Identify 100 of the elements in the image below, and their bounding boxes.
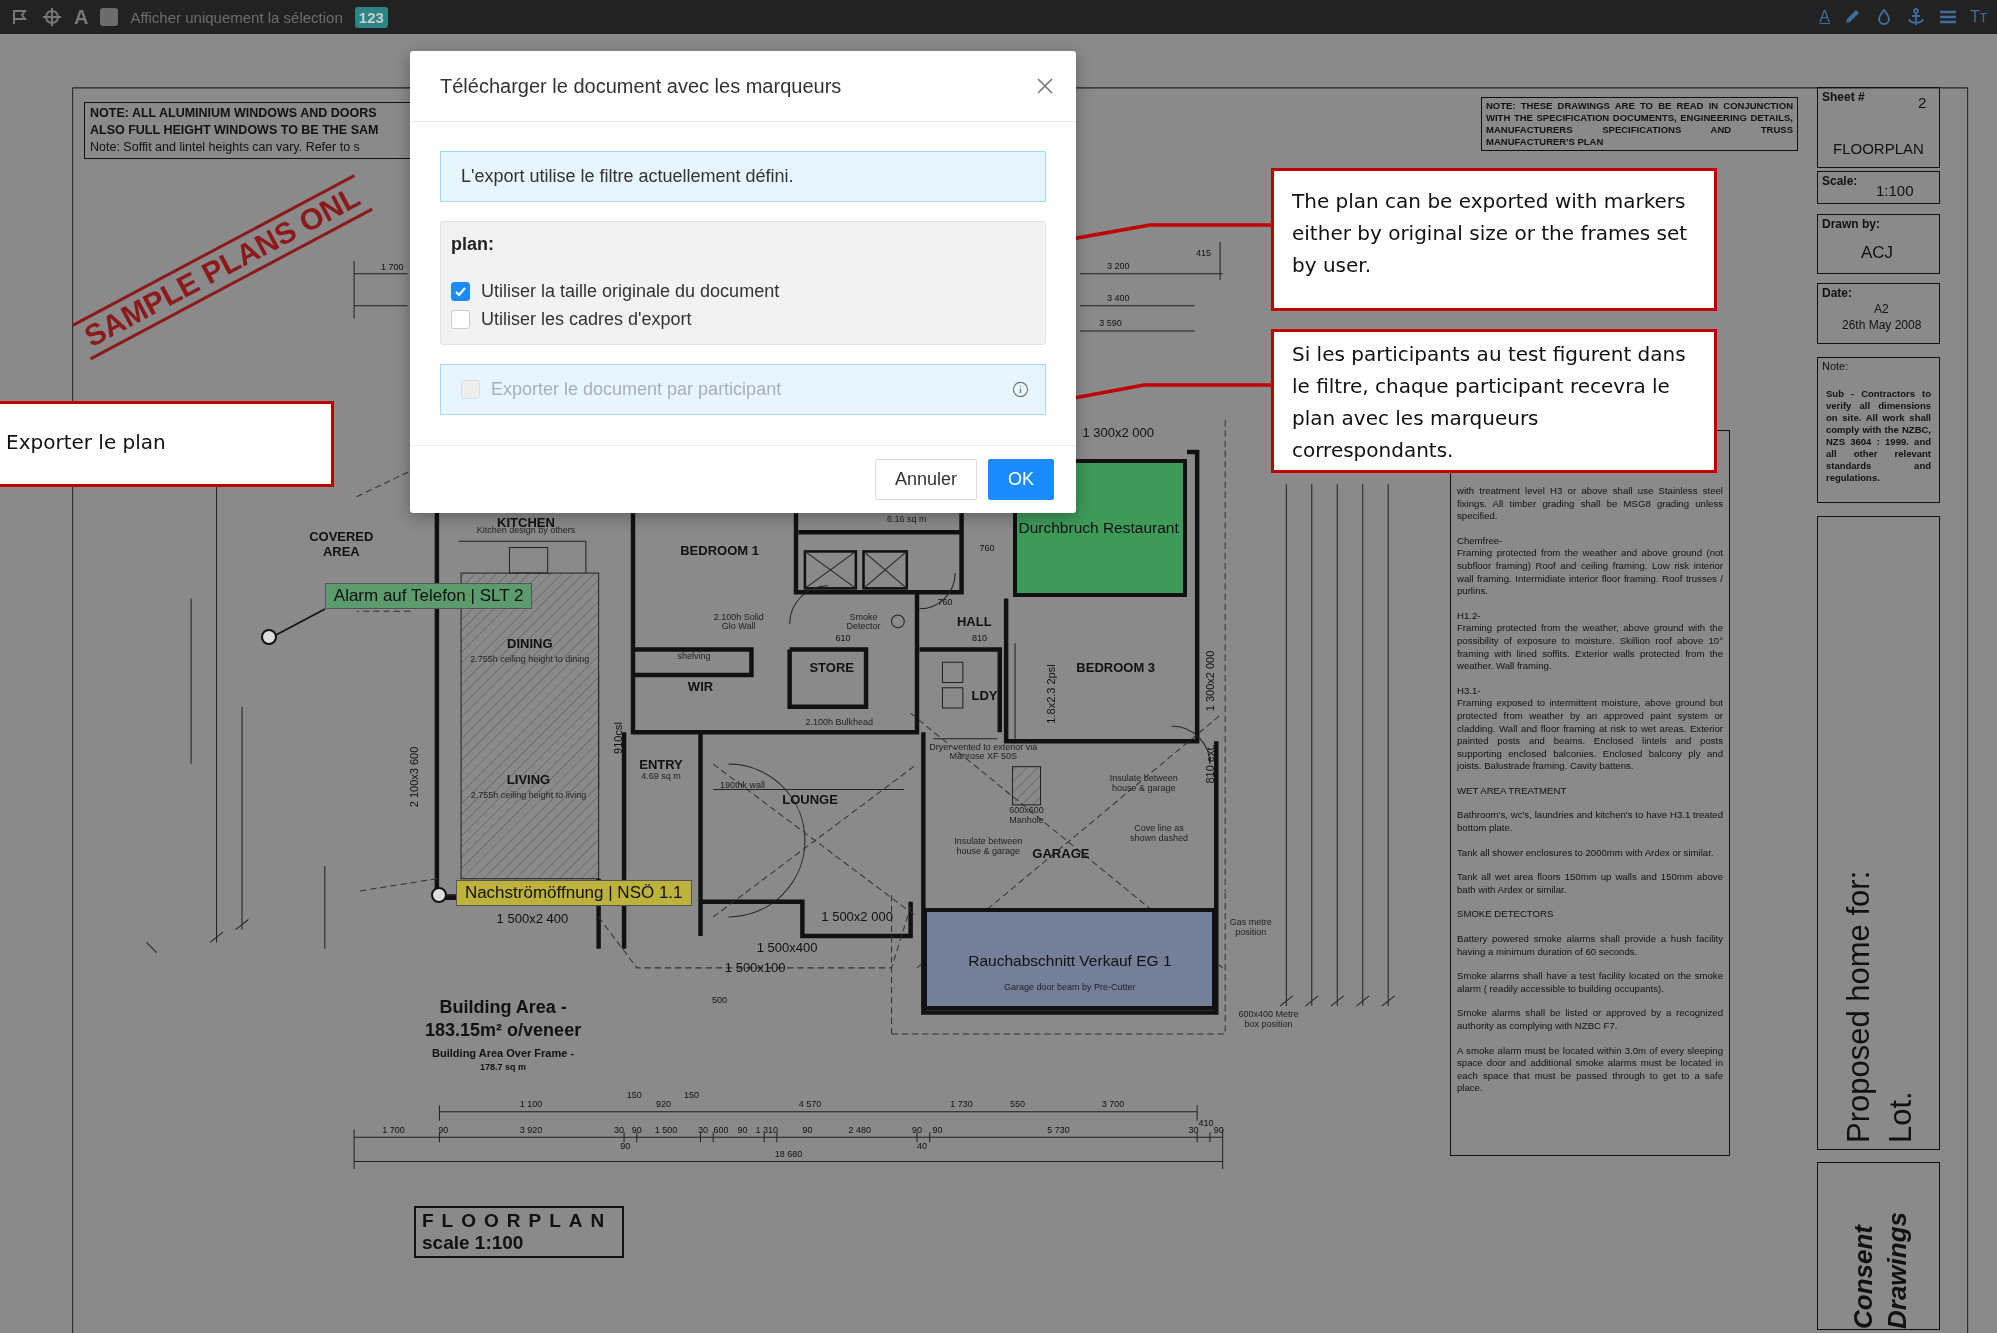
frame-area-value: 178.7 sq m [480,1062,527,1073]
option-checkbox[interactable] [451,281,470,301]
sheet-number: 2 [1918,94,1927,111]
dimension-label: 40 [917,1141,928,1152]
close-icon[interactable] [1036,77,1054,95]
specification-text: A smoke alarm must be located within 3.0m of every sleeping space door and additional smoke alarms must be located in each space that must be passed through to get to a safe place. [1457,1044,1723,1095]
marker-pin[interactable] [431,887,448,904]
drawing-name: FLOORPLAN [1833,140,1924,157]
room-label: WIR [687,678,714,694]
drawn-by-value: ACJ [1861,243,1894,263]
dimension-label: 90 [802,1124,813,1135]
specification-text: Framing protected from the weather and above ground (not subfloor framing) Roof and ceiling framing. Low risk interior wall framing. Intermidiate interior floor framing. Roof trusses / purlins. [1457,547,1723,598]
dimension-label: 90 [620,1141,631,1152]
ok-button[interactable]: OK [988,459,1054,500]
marker-label[interactable]: Alarm auf Telefon | SLT 2 [324,583,533,610]
plan-scale: scale 1:100 [422,1232,525,1254]
dimension-label: 1 500x100 [724,960,786,976]
room-label: LIVING [506,771,551,787]
annotation-callout: Exporter le plan [0,401,334,487]
dimension-label: 4 570 [798,1099,822,1110]
dimension-lines-drawing [353,260,409,319]
dimension-label: 415 [1196,248,1211,259]
dimension-label: 1 700 [381,262,404,273]
dimension-label: 1 500x2 000 [821,909,893,925]
dimension-label: 150 [684,1090,700,1101]
window-note-box: NOTE: ALL ALUMINIUM WINDOWS AND DOORS ALSO FULL HEIGHT WINDOWS TO BE THE SAM Note: Soffit and lintel heights can vary. Refer to s [84,102,410,159]
proposed-home-label: Proposed home for: [1839,869,1877,1143]
dimension-label: 910csl [611,722,624,755]
room-label: LOUNGE [782,792,838,808]
specification-text: H1.2- [1457,609,1482,623]
room-label: LDY [971,687,998,703]
date-value: 26th May 2008 [1842,318,1922,332]
dimension-label: 90 [932,1124,943,1135]
option-checkbox[interactable] [451,309,470,329]
plan-title: FLOORPLAN [422,1210,613,1232]
scale-value: 1:100 [1876,182,1914,199]
marker-area-label: Rauchabschnitt Verkauf EG 1 [968,952,1172,971]
option-label[interactable]: Utiliser la taille originale du document [481,280,780,302]
specification-text: Battery powered smoke alarms shall provide a hush facility having a minimum duration of 60 seconds. [1457,933,1723,959]
marker-leader-line [274,609,325,636]
dimension-label: 500 [712,994,728,1005]
plan-note: 600x600 Manhole [1008,806,1045,826]
plan-note: shelving [677,652,711,662]
dimension-label: 1 300x2 000 [1082,425,1154,441]
plan-note: 600x400 Metre box position [1237,1010,1300,1030]
dimension-label: 1 700 [382,1124,405,1135]
dimension-label: 610 [835,633,851,643]
scale-label: Scale: [1822,174,1858,188]
room-label: STORE [809,659,854,675]
info-icon[interactable] [1012,381,1029,398]
frame-area-label: Building Area Over Frame - [432,1046,575,1059]
building-area-value: 183.15m² o/veneer [425,1020,582,1042]
dimension-label: 1 500x400 [756,939,818,955]
plan-note: 6.16 sq m [887,514,927,525]
dimension-label: 18 680 [774,1148,803,1159]
cancel-button[interactable]: Annuler [874,459,977,500]
room-label: HALL [956,613,992,629]
font-color-tool[interactable]: A [1819,9,1830,25]
note-label: Note: [1822,360,1849,372]
plan-note: Cove line as shown dashed [1128,824,1189,844]
room-label: DINING [507,635,553,651]
plan-note: Garage door beam by Pre-Cutter [1004,983,1136,994]
building-area-title: Building Area - [439,997,567,1019]
specification-text: Smoke alarms shall be listed or approved by a recognized authority as complying with NZBC F7. [1457,1007,1723,1033]
dimension-label: 30 [698,1124,708,1135]
dimension-label: 150 [626,1090,642,1101]
dimension-label: 1 500 [654,1124,678,1135]
dimension-label: 3 200 [1106,261,1130,272]
dimension-label: 1 100 [519,1099,543,1110]
plan-note: 190thk wall [720,780,765,791]
plan-note: Insulate between house & garage [953,836,1024,857]
text-size-tool[interactable]: Tт [1969,9,1987,25]
specification-text: Framing protected from the weather, above ground with the possibility of exposure to moisture. Skillion roof above 10° framing with lined soffits. Exterior walls protected from the weather. Wall framing. [1457,622,1723,673]
room-label: GARAGE [1032,845,1090,861]
crosshair-icon[interactable] [42,7,62,27]
marker-pin[interactable] [260,628,277,645]
consent-drawings-label: Consent Drawings [1846,1210,1913,1329]
option-label[interactable]: Utiliser les cadres d'export [481,308,692,330]
marker-label[interactable]: Nachströmöffnung | NSÖ 1.1 [455,880,692,907]
count-badge: 123 [354,6,388,28]
paper-size: A2 [1874,302,1889,316]
specification-text: WET AREA TREATMENT [1457,784,1568,798]
dimension-label: 810 ext. [1203,744,1216,784]
anchor-icon[interactable] [1905,7,1926,27]
flag-select-icon[interactable] [10,7,30,27]
plan-note: 4.69 sq m [641,771,681,782]
dimension-label: 90 [1213,1124,1224,1135]
dimension-label: 90 [438,1124,449,1135]
dimension-label: 3 590 [1099,318,1122,329]
dimension-label: 3 700 [1101,1099,1125,1110]
specification-text: SMOKE DETECTORS [1457,908,1555,922]
text-tool[interactable]: A [74,7,89,27]
dimension-label: 920 [656,1099,671,1110]
dimension-label: 1 500x2 400 [496,910,569,926]
group-label: plan: [451,234,495,255]
dimension-label: 90 [631,1124,642,1135]
room-label: COVERED AREA [308,528,375,559]
specification-text: H3.1- [1457,684,1482,698]
specification-text: Chemfree- [1457,534,1504,548]
selection-checkbox[interactable] [100,8,119,26]
